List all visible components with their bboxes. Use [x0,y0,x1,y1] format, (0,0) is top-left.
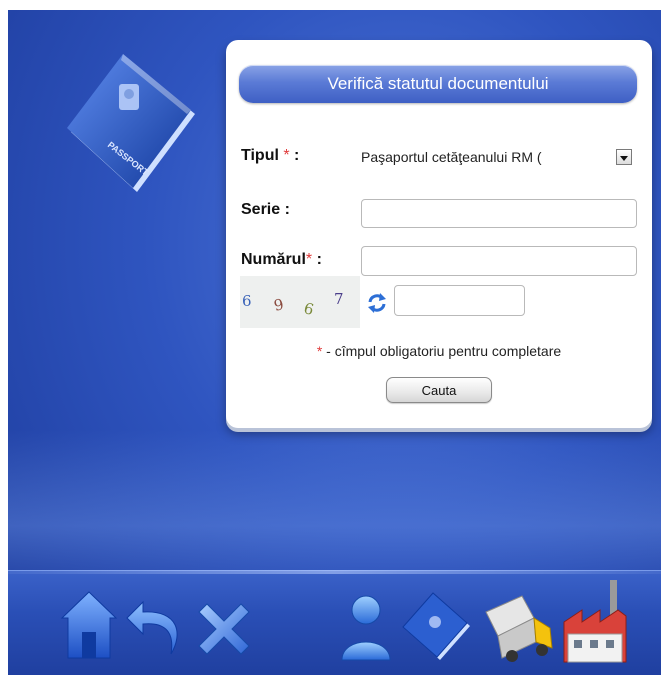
dropdown-arrow-icon[interactable] [616,149,632,165]
type-label-text: Tipul [241,147,279,164]
captcha-digit: 6 [301,299,316,319]
search-button[interactable]: Cauta [386,377,492,403]
passport-icon: PASSPORT [67,54,195,192]
captcha-digit: 7 [334,290,344,308]
document-type-value: Paşaportul cetăţeanului RM ( [361,149,542,165]
captcha-input[interactable] [394,285,525,316]
number-label-colon: : [312,251,322,268]
required-note: * - cîmpul obligatoriu pentru completare [226,343,652,359]
type-label-colon: : [289,147,300,164]
number-label: Numărul* : [241,251,322,269]
passport-nav-icon[interactable] [400,590,474,664]
document-type-select[interactable]: Paşaportul cetăţeanului RM ( [361,147,637,167]
bottom-bar-shine [8,570,661,574]
truck-icon[interactable] [482,588,556,668]
status-panel: Verifică statutul documentului Tipul * :… [226,40,652,428]
type-label: Tipul * : [241,147,299,165]
serie-input[interactable] [361,199,637,228]
factory-icon[interactable] [560,576,632,670]
captcha-image: 6 9 6 7 [240,276,360,328]
captcha-digit: 9 [272,295,286,315]
user-icon[interactable] [338,590,394,666]
app-background: PASSPORT Verifică statutul documentului … [8,10,661,675]
background-glow [8,430,661,590]
refresh-captcha-icon[interactable] [366,292,388,314]
number-label-text: Numărul [241,251,306,268]
note-text: - cîmpul obligatoriu pentru completare [322,343,562,359]
home-icon[interactable] [58,588,120,668]
panel-title: Verifică statutul documentului [239,65,637,103]
serie-label: Serie : [241,201,290,218]
captcha-digit: 6 [242,292,252,310]
number-input[interactable] [361,246,637,276]
back-icon[interactable] [123,592,189,664]
close-icon[interactable] [193,598,255,660]
